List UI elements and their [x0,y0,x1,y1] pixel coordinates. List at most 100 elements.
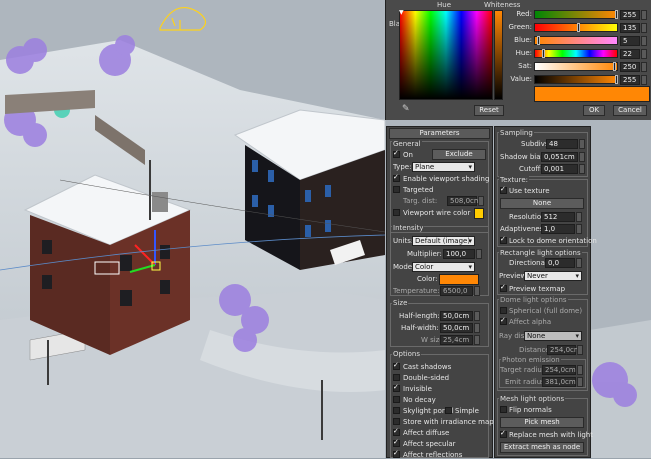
picker-row-spinner[interactable] [641,62,647,72]
targ-dist-field[interactable]: 508,0cm [447,196,481,206]
ray-dist-select[interactable]: None [524,331,582,341]
exclude-button[interactable]: Exclude [432,149,486,160]
option-checkbox[interactable] [393,374,400,381]
picker-row-spinner[interactable] [641,23,647,33]
preview-texmap-label: Preview texmap [509,285,566,293]
multiplier-spinner[interactable] [476,249,482,259]
spherical-checkbox[interactable] [500,307,507,314]
hue-spectrum[interactable] [399,10,493,100]
blackness-pointer-icon[interactable]: ▼ [399,9,404,16]
subdivs-field[interactable]: 48 [546,139,578,149]
distance-field[interactable]: 254,0cm [547,345,581,355]
resolution-spinner[interactable] [576,212,582,222]
slider-thumb[interactable] [577,23,581,32]
units-select[interactable]: Default (image) [412,236,475,246]
picker-row-slider[interactable] [534,75,618,84]
option-label: No decay [403,396,436,404]
picker-row-spinner[interactable] [641,75,647,85]
half-length-field[interactable]: 50,0cm [440,311,473,321]
wire-color-swatch[interactable] [474,208,484,219]
type-select[interactable]: Plane [412,162,475,172]
lock-dome-checkbox[interactable] [500,235,507,244]
ok-button[interactable]: OK [583,105,605,116]
flip-normals-checkbox[interactable] [500,406,507,413]
picker-row-slider[interactable] [534,49,618,58]
shadow-bias-field[interactable]: 0,051cm [541,152,578,162]
simple-checkbox[interactable] [445,407,452,414]
enable-shading-checkbox[interactable] [393,173,400,182]
target-radius-field[interactable]: 254,0cm [542,365,576,375]
target-radius-spinner[interactable] [577,365,583,375]
directional-field[interactable]: 0,0 [545,258,575,268]
picker-row-slider[interactable] [534,23,618,32]
light-color-swatch[interactable] [439,274,479,285]
half-width-field[interactable]: 50,0cm [440,323,473,333]
picker-row-value[interactable]: 255 [620,10,640,20]
use-texture-checkbox[interactable] [500,185,507,194]
targ-dist-label: Targ. dist: [403,197,438,205]
mode-select[interactable]: Color [412,262,475,272]
cancel-button[interactable]: Cancel [613,105,647,116]
extract-mesh-button[interactable]: Extract mesh as node [500,442,584,453]
w-size-spinner[interactable] [474,335,480,345]
cutoff-field[interactable]: 0,001 [541,164,578,174]
emit-radius-spinner[interactable] [577,377,583,387]
picker-row-value[interactable]: 5 [620,36,640,46]
picker-row-value[interactable]: 250 [620,62,640,72]
picker-row-slider[interactable] [534,36,618,45]
directional-spinner[interactable] [576,258,582,268]
replace-mesh-checkbox[interactable] [500,429,507,438]
option-checkbox[interactable] [393,418,400,425]
texture-none-button[interactable]: None [500,198,584,209]
multiplier-field[interactable]: 100,0 [443,249,475,259]
emit-radius-field[interactable]: 381,0cm [542,377,576,387]
slider-thumb[interactable] [536,36,540,45]
targ-dist-spinner[interactable] [478,196,484,206]
wire-color-checkbox[interactable] [393,209,400,216]
on-checkbox[interactable] [393,149,400,158]
half-length-spinner[interactable] [474,311,480,321]
picker-row-value[interactable]: 135 [620,23,640,33]
w-size-field[interactable]: 25,4cm [440,335,473,345]
parameters-rollout[interactable]: Parameters [389,128,490,139]
option-checkbox[interactable] [393,449,400,458]
option-checkbox[interactable] [393,427,400,436]
picker-row-value[interactable]: 22 [620,49,640,59]
shadow-bias-spinner[interactable] [579,152,585,162]
half-width-spinner[interactable] [474,323,480,333]
enable-shading-label: Enable viewport shading [403,175,490,183]
slider-thumb[interactable] [542,49,546,58]
whiteness-bar[interactable] [494,10,503,100]
reset-button[interactable]: Reset [474,105,504,116]
picker-row-spinner[interactable] [641,36,647,46]
preview-select[interactable]: Never [524,271,582,281]
adaptiveness-spinner[interactable] [576,224,582,234]
picker-row-slider[interactable] [534,62,618,71]
option-checkbox[interactable] [393,396,400,403]
subdivs-spinner[interactable] [579,139,585,149]
option-checkbox[interactable] [393,361,400,370]
pick-mesh-button[interactable]: Pick mesh [500,417,584,428]
targeted-checkbox[interactable] [393,186,400,193]
temperature-field[interactable]: 6500,0 [440,286,473,296]
picker-row-spinner[interactable] [641,49,647,59]
eyedropper-icon[interactable]: ✎ [402,104,412,114]
temperature-spinner[interactable] [474,286,480,296]
resolution-field[interactable]: 512 [541,212,575,222]
option-checkbox[interactable] [393,383,400,392]
option-checkbox[interactable] [393,407,400,414]
slider-thumb[interactable] [615,75,618,84]
preview-texmap-checkbox[interactable] [500,283,507,292]
distance-spinner[interactable] [577,345,583,355]
slider-thumb[interactable] [613,62,617,71]
affect-alpha-checkbox[interactable] [500,316,507,325]
parameters-title: Parameters [419,129,460,137]
picker-row-slider[interactable] [534,10,618,19]
picker-row-value[interactable]: 255 [620,75,640,85]
option-checkbox[interactable] [393,438,400,447]
cutoff-spinner[interactable] [579,164,585,174]
adaptiveness-field[interactable]: 1,0 [541,224,575,234]
picker-row-spinner[interactable] [641,10,647,20]
slider-thumb[interactable] [615,10,618,19]
option-label: Store with irradiance map [403,418,494,426]
